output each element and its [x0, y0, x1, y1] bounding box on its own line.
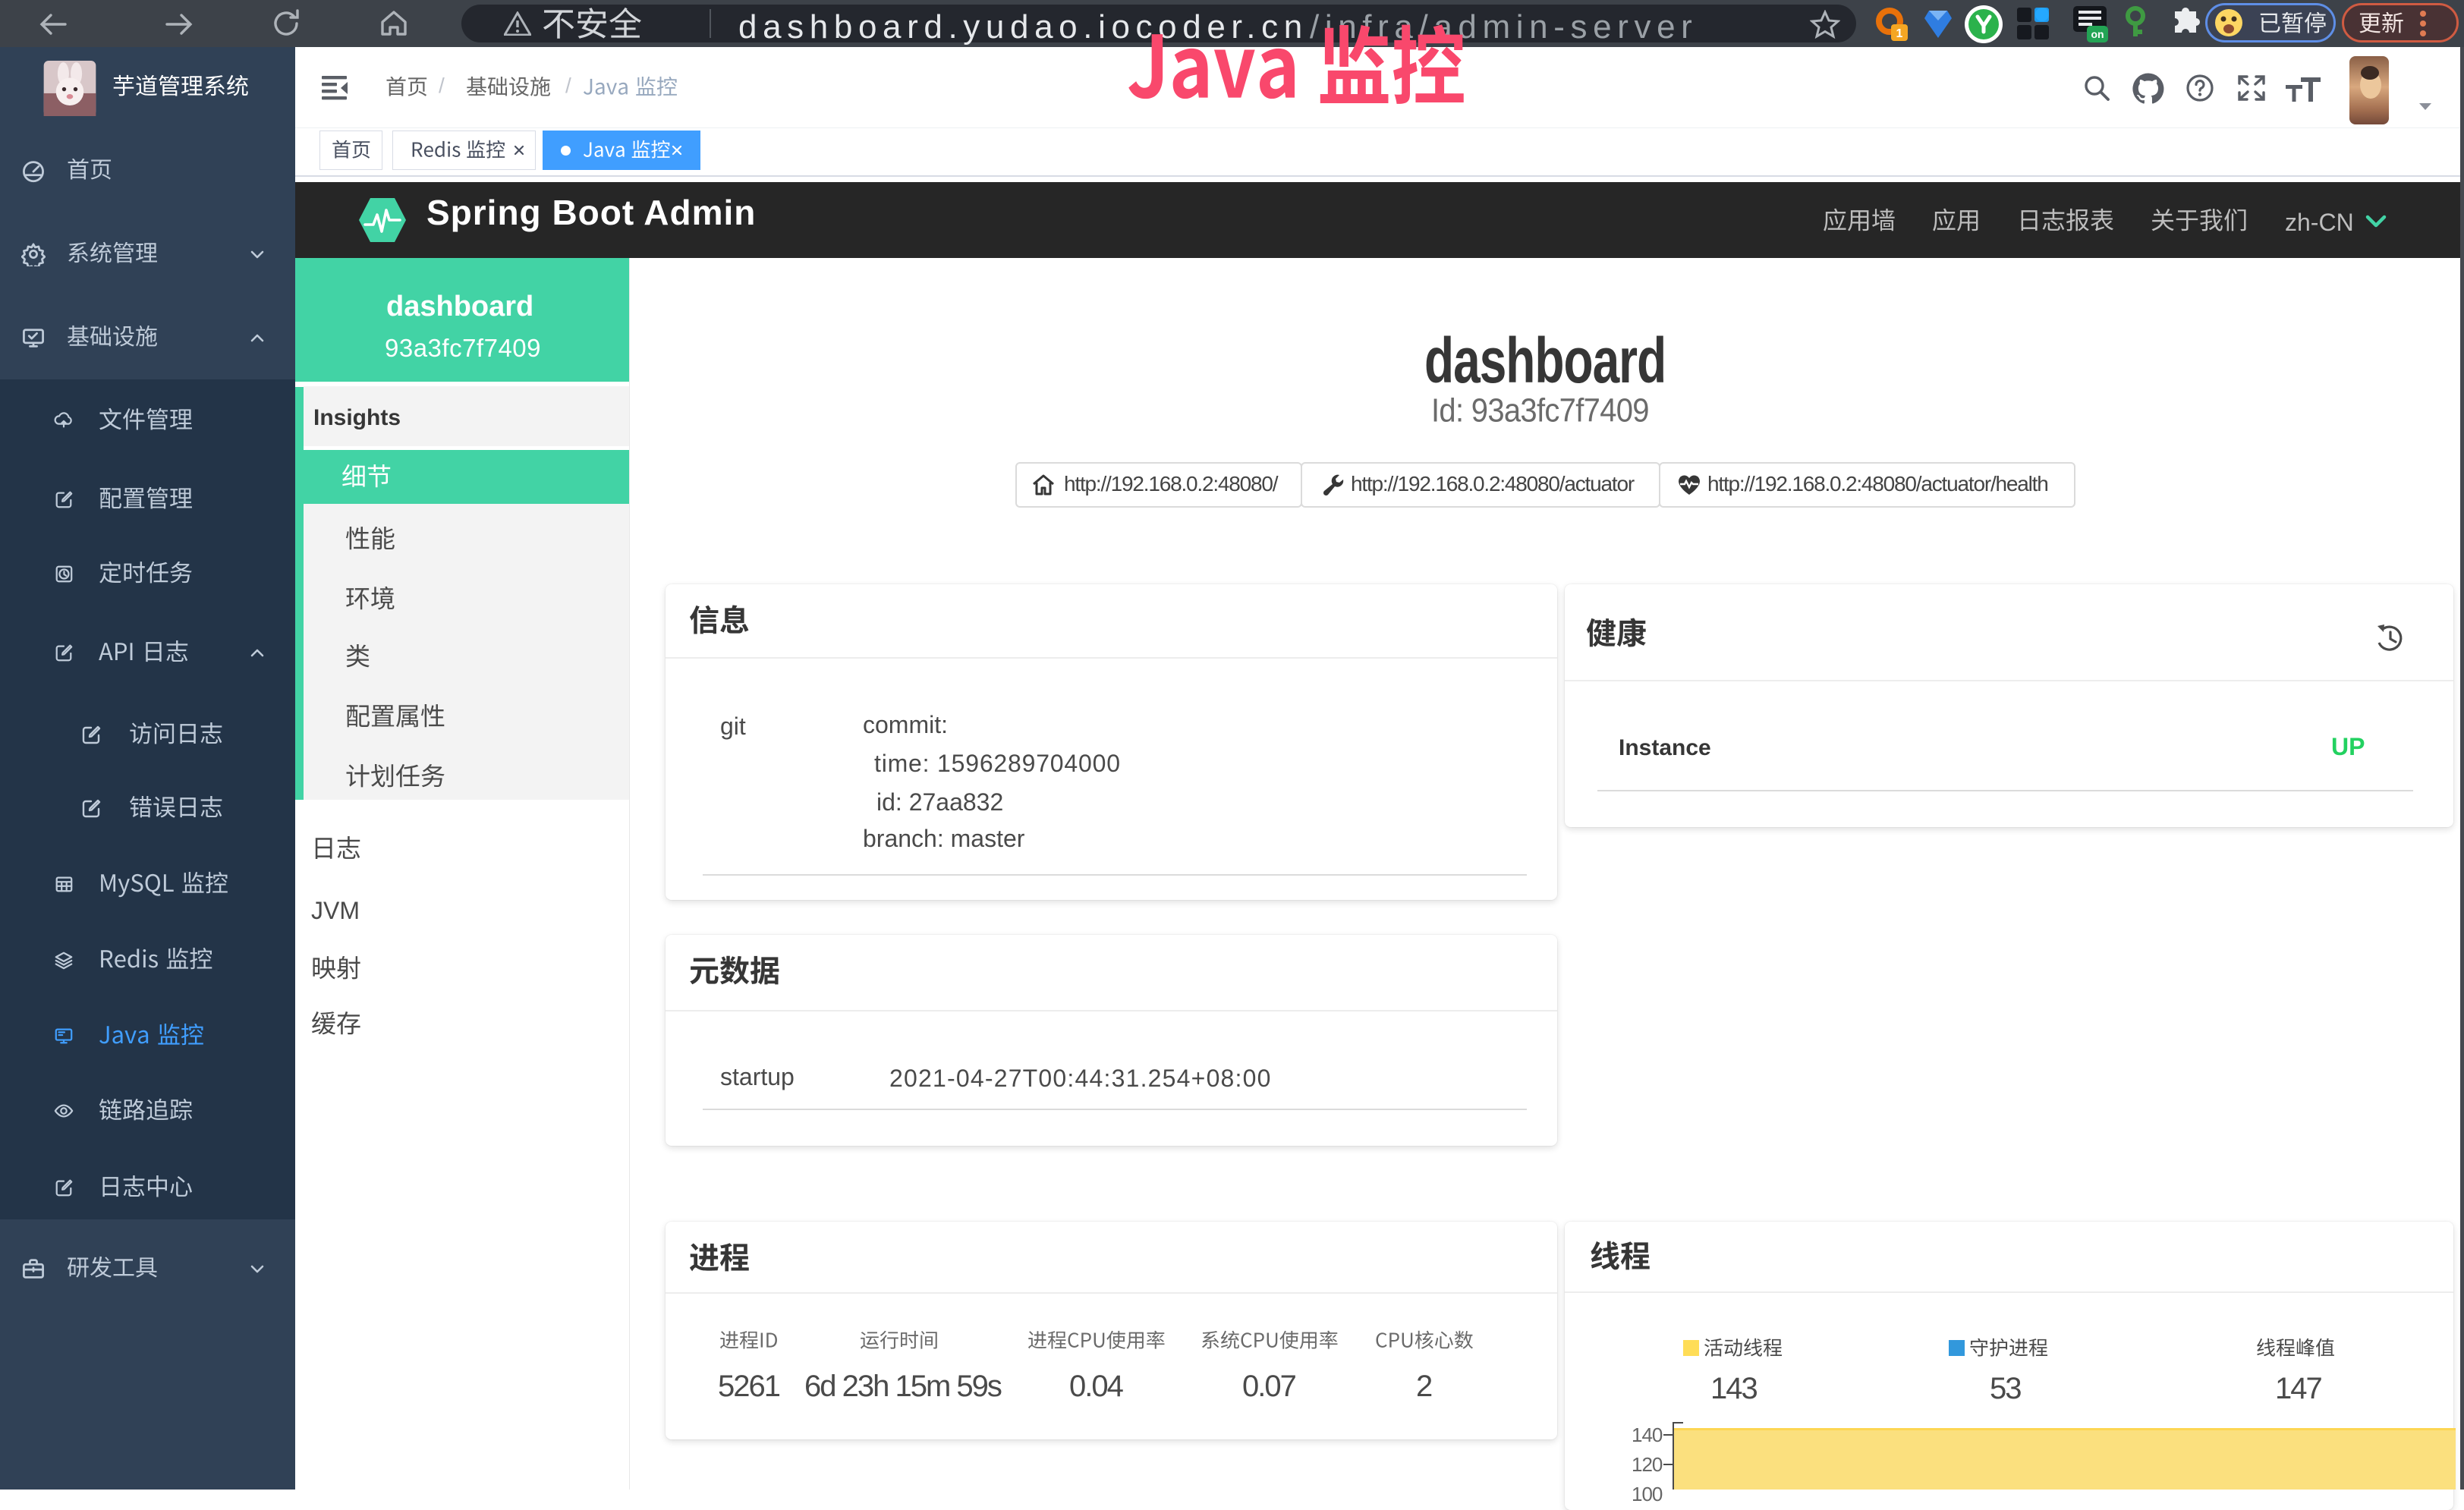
svg-text:on: on	[2091, 28, 2104, 40]
svg-text:1: 1	[1896, 27, 1903, 40]
